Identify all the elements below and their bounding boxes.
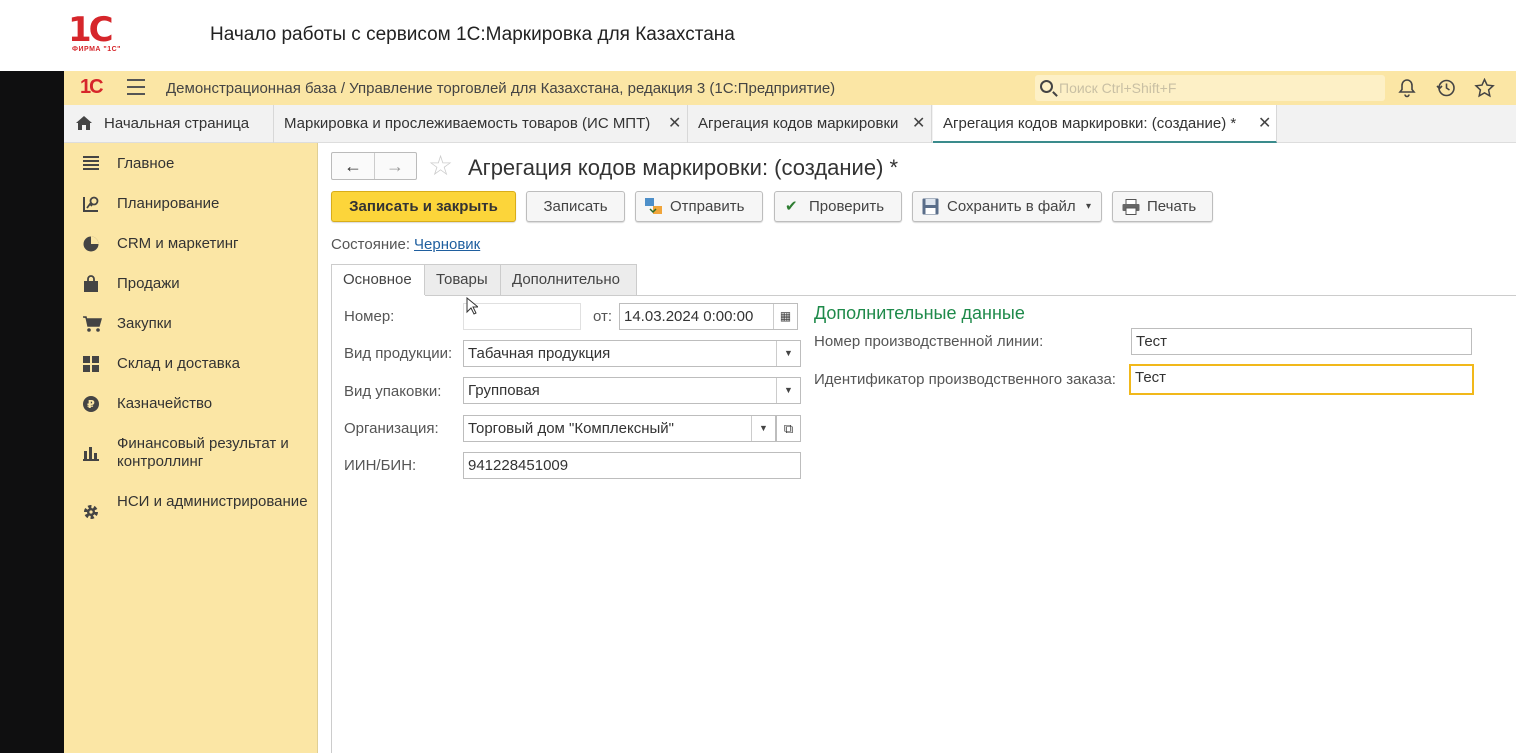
package-type-label: Вид упаковки: [344, 383, 442, 400]
extra-data-title: Дополнительные данные [814, 303, 1025, 323]
printer-icon [1122, 192, 1140, 225]
sidebar-item-purchases[interactable]: Закупки [64, 315, 318, 335]
sidebar-item-finance[interactable]: Финансовый результат и контроллинг [64, 435, 318, 475]
production-order-label: Идентификатор производственного заказа: [814, 371, 1116, 388]
tab-aggregation-list[interactable]: Агрегация кодов маркировки ✕ [688, 105, 932, 143]
forward-arrow-icon[interactable]: → [386, 156, 404, 177]
home-icon [76, 116, 92, 130]
save-button[interactable]: Записать [526, 191, 625, 222]
open-tabs-bar: Начальная страница Маркировка и прослежи… [64, 105, 1516, 143]
iin-field[interactable]: 941228451009 [463, 452, 801, 479]
sidebar-item-warehouse[interactable]: Склад и доставка [64, 355, 318, 375]
send-button[interactable]: Отправить [635, 191, 763, 222]
state-draft-link[interactable]: Черновик [414, 236, 480, 253]
tab-additional[interactable]: Дополнительно [500, 264, 637, 296]
tab-main[interactable]: Основное [331, 264, 425, 296]
bag-icon [82, 275, 100, 293]
tab-aggregation-create[interactable]: Агрегация кодов маркировки: (создание) *… [933, 105, 1277, 143]
close-icon[interactable]: ✕ [912, 105, 925, 143]
save-close-button[interactable]: Записать и закрыть [331, 191, 516, 222]
coin-icon: ₽ [82, 395, 100, 413]
number-field[interactable] [463, 303, 581, 330]
gear-icon [82, 503, 100, 521]
print-button[interactable]: Печать [1112, 191, 1213, 222]
number-label: Номер: [344, 308, 395, 325]
sidebar-item-admin[interactable]: НСИ и администрирование [64, 493, 318, 533]
planning-icon [82, 195, 100, 213]
send-icon [644, 192, 664, 227]
history-nav: ← → [331, 152, 417, 180]
main-menu-icon[interactable] [127, 79, 145, 95]
iin-label: ИИН/БИН: [344, 457, 417, 474]
page-title: Агрегация кодов маркировки: (создание) * [468, 155, 899, 180]
firm-1c-logo: 1С ФИРМА "1С" [68, 10, 121, 53]
document-state: Состояние: Черновик [331, 236, 481, 253]
production-order-field[interactable]: Тест [1129, 364, 1474, 395]
close-icon[interactable]: ✕ [668, 105, 681, 143]
sidebar-item-crm[interactable]: CRM и маркетинг [64, 235, 318, 255]
app-title: Демонстрационная база / Управление торго… [166, 80, 836, 97]
pie-icon [82, 235, 100, 253]
tab-goods[interactable]: Товары [424, 264, 501, 296]
video-header: 1С ФИРМА "1С" Начало работы с сервисом 1… [0, 0, 1516, 71]
list-icon [82, 155, 100, 173]
chevron-down-icon: ▾ [1086, 201, 1092, 212]
left-black-strip [0, 71, 64, 753]
close-icon[interactable]: ✕ [1258, 105, 1271, 143]
sidebar-item-main[interactable]: Главное [64, 155, 318, 175]
save-file-button[interactable]: Сохранить в файл ▾ [912, 191, 1102, 222]
chevron-down-icon[interactable]: ▼ [751, 416, 775, 441]
panel-border [331, 295, 332, 753]
bell-icon[interactable] [1398, 78, 1416, 103]
floppy-icon [922, 192, 939, 225]
document-form: ← → ☆ Агрегация кодов маркировки: (созда… [318, 143, 1516, 753]
sidebar-item-planning[interactable]: Планирование [64, 195, 318, 215]
search-icon [1040, 80, 1053, 93]
search-input[interactable] [1059, 78, 1369, 98]
chevron-down-icon[interactable]: ▼ [776, 378, 800, 403]
tab-home[interactable]: Начальная страница [64, 105, 274, 143]
checkmark-icon: ✔ [785, 198, 798, 215]
sidebar-item-treasury[interactable]: ₽ Казначейство [64, 395, 318, 415]
date-label: от: [593, 308, 613, 325]
star-icon[interactable] [1474, 77, 1495, 103]
video-title: Начало работы с сервисом 1С:Маркировка д… [210, 24, 735, 45]
bar-chart-icon [82, 445, 100, 463]
warehouse-icon [82, 355, 100, 373]
global-search[interactable] [1035, 75, 1385, 101]
product-type-label: Вид продукции: [344, 345, 453, 362]
open-organization-icon[interactable]: ⧉ [776, 415, 801, 442]
calendar-icon[interactable]: ▦ [773, 304, 797, 329]
mouse-cursor-icon [466, 297, 478, 315]
date-field[interactable]: 14.03.2024 0:00:00 ▦ [619, 303, 798, 330]
app-title-bar: 1С Демонстрационная база / Управление то… [64, 71, 1516, 105]
tab-marking-traceability[interactable]: Маркировка и прослеживаемость товаров (И… [274, 105, 688, 143]
history-icon[interactable] [1436, 78, 1456, 103]
back-arrow-icon[interactable]: ← [344, 156, 362, 177]
favorite-star-icon[interactable]: ☆ [428, 152, 453, 180]
sidebar-item-sales[interactable]: Продажи [64, 275, 318, 295]
organization-label: Организация: [344, 420, 439, 437]
production-line-field[interactable]: Тест [1131, 328, 1472, 355]
cart-icon [82, 315, 102, 333]
organization-select[interactable]: Торговый дом "Комплексный" ▼ [463, 415, 776, 442]
tabs-divider [331, 295, 1516, 296]
svg-text:₽: ₽ [87, 398, 95, 411]
check-button[interactable]: ✔ Проверить [774, 191, 902, 222]
product-type-select[interactable]: Табачная продукция ▼ [463, 340, 801, 367]
app-1c-logo[interactable]: 1С [80, 76, 104, 99]
production-line-label: Номер производственной линии: [814, 333, 1044, 350]
sections-sidebar: Главное Планирование CRM и маркетинг Про… [64, 143, 318, 753]
package-type-select[interactable]: Групповая ▼ [463, 377, 801, 404]
chevron-down-icon[interactable]: ▼ [776, 341, 800, 366]
